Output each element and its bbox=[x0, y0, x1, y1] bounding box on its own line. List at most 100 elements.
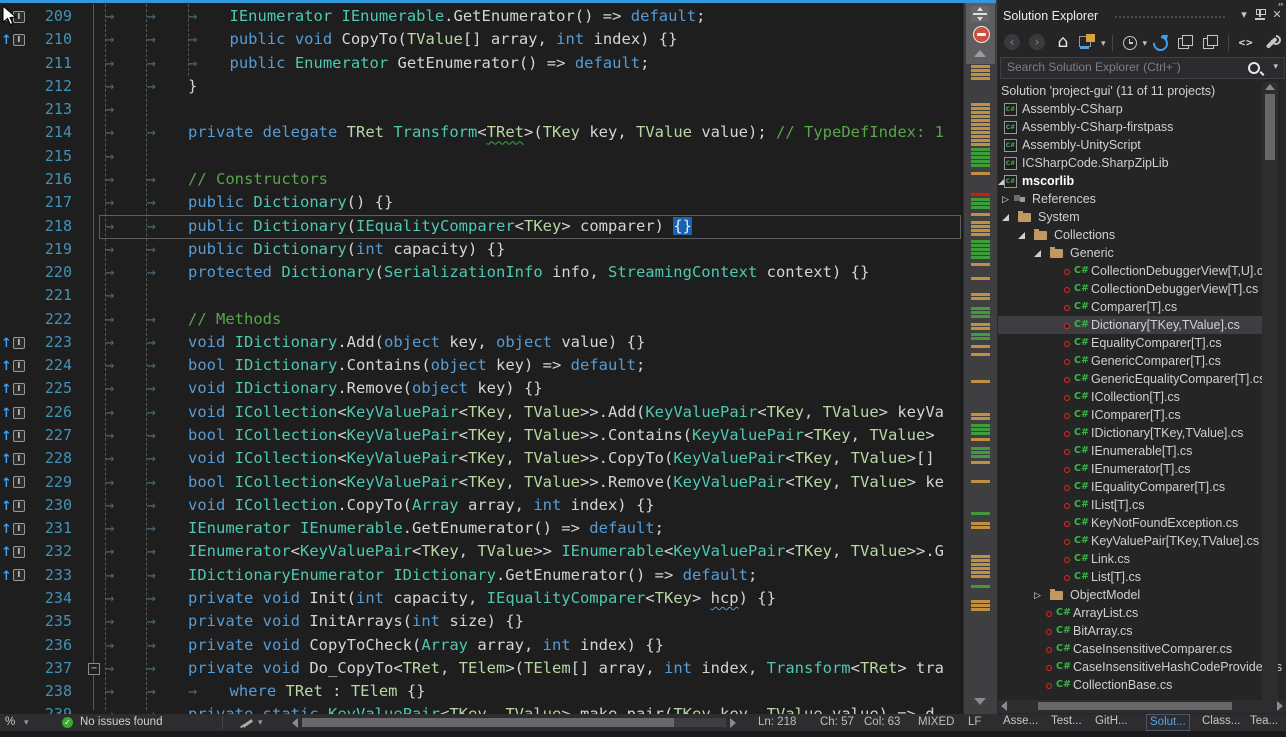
tree-item-objectmodel[interactable]: ▷ObjectModel bbox=[998, 586, 1264, 604]
code-line[interactable]: →→→where TRet : TElem {} bbox=[105, 680, 426, 703]
interface-implementation-icon[interactable]: ↑I bbox=[1, 377, 31, 400]
code-cleanup-caret-icon[interactable]: ▾ bbox=[258, 714, 263, 731]
tree-item-keyvaluepair-tkey-tvalue-cs[interactable]: C#KeyValuePair[TKey,TValue].cs bbox=[998, 532, 1264, 550]
search-icon[interactable] bbox=[1248, 62, 1260, 74]
tree-item-collections[interactable]: Collections bbox=[998, 226, 1264, 244]
panel-tab-class[interactable]: Class... bbox=[1199, 714, 1243, 729]
panel-tab-gith[interactable]: GitH... bbox=[1092, 714, 1131, 729]
panel-tab-solut[interactable]: Solut... bbox=[1146, 714, 1190, 731]
code-line[interactable]: →→} bbox=[105, 75, 197, 98]
interface-implementation-icon[interactable]: ↑I bbox=[1, 354, 31, 377]
pin-icon[interactable] bbox=[1252, 7, 1268, 23]
tree-item-list-t-cs[interactable]: C#List[T].cs bbox=[998, 568, 1264, 586]
tree-item-link-cs[interactable]: C#Link.cs bbox=[998, 550, 1264, 568]
tree-vertical-scrollbar[interactable] bbox=[1262, 82, 1278, 700]
zoom-control[interactable]: % bbox=[5, 714, 15, 731]
scroll-right-arrow[interactable] bbox=[730, 718, 736, 728]
document-health-text[interactable]: No issues found bbox=[80, 714, 162, 731]
tree-item-keynotfoundexception-cs[interactable]: C#KeyNotFoundException.cs bbox=[998, 514, 1264, 532]
tree-item-system[interactable]: System bbox=[998, 208, 1264, 226]
code-line[interactable]: →→public Dictionary(IEqualityComparer<TK… bbox=[105, 215, 692, 238]
scrollbar-thumb[interactable] bbox=[1265, 94, 1275, 160]
scroll-down-arrow[interactable] bbox=[974, 698, 986, 705]
tree-item-ilist-t-cs[interactable]: C#IList[T].cs bbox=[998, 496, 1264, 514]
tree-item-comparer-t-cs[interactable]: C#Comparer[T].cs bbox=[998, 298, 1264, 316]
tree-item-bitarray-cs[interactable]: C#BitArray.cs bbox=[998, 622, 1264, 640]
code-line[interactable]: →→public Dictionary() {} bbox=[105, 191, 393, 214]
code-cleanup-icon[interactable] bbox=[240, 717, 256, 729]
toolbar-overflow-icon[interactable]: ” bbox=[1277, 2, 1284, 13]
tree-horizontal-scrollbar[interactable] bbox=[998, 700, 1286, 713]
tree-item-collectionbase-cs[interactable]: C#CollectionBase.cs bbox=[998, 676, 1264, 694]
char-indicator[interactable]: Ch: 57 bbox=[820, 714, 854, 731]
tree-item-assembly-csharp[interactable]: C#Assembly-CSharp bbox=[998, 100, 1264, 118]
code-line[interactable]: →→IDictionaryEnumerator IDictionary.GetE… bbox=[105, 564, 757, 587]
tree-item-generic[interactable]: Generic bbox=[998, 244, 1264, 262]
code-line[interactable]: →→// Methods bbox=[105, 308, 281, 331]
tree-item-icsharpcode-sharpziplib[interactable]: C#ICSharpCode.SharpZipLib bbox=[998, 154, 1264, 172]
editor-scrollbar-annotations[interactable] bbox=[963, 0, 997, 714]
search-input[interactable]: Search Solution Explorer (Ctrl+¨) ▾ bbox=[1000, 57, 1285, 79]
code-line[interactable]: →→private delegate TRet Transform<TRet>(… bbox=[105, 121, 944, 144]
interface-implementation-icon[interactable]: ↑I bbox=[1, 471, 31, 494]
scroll-up-arrow[interactable] bbox=[1265, 84, 1275, 90]
interface-implementation-icon[interactable]: ↑I bbox=[1, 517, 31, 540]
column-indicator[interactable]: Col: 63 bbox=[864, 714, 900, 731]
panel-tab-test[interactable]: Test... bbox=[1048, 714, 1085, 729]
tree-item-icomparer-t-cs[interactable]: C#IComparer[T].cs bbox=[998, 406, 1264, 424]
interface-implementation-icon[interactable]: ↑I bbox=[1, 447, 31, 470]
tree-item-assembly-csharp-firstpass[interactable]: C#Assembly-CSharp-firstpass bbox=[998, 118, 1264, 136]
expander-open-icon[interactable] bbox=[1034, 250, 1041, 257]
scrollbar-thumb[interactable] bbox=[302, 718, 674, 727]
code-editor[interactable]: 209↑I→→→IEnumerator IEnumerable.GetEnume… bbox=[0, 0, 963, 714]
refresh-icon[interactable] bbox=[1150, 33, 1172, 53]
tree-item-caseinsensitivecomparer-cs[interactable]: C#CaseInsensitiveComparer.cs bbox=[998, 640, 1264, 658]
tree-item-icollection-t-cs[interactable]: C#ICollection[T].cs bbox=[998, 388, 1264, 406]
code-line[interactable]: →→private void InitArrays(int size) {} bbox=[105, 610, 524, 633]
code-line[interactable]: →→bool ICollection<KeyValuePair<TKey, TV… bbox=[105, 471, 944, 494]
code-line[interactable]: →→IEnumerator IEnumerable.GetEnumerator(… bbox=[105, 517, 664, 540]
interface-implementation-icon[interactable]: ↑I bbox=[1, 401, 31, 424]
code-line[interactable]: → bbox=[105, 145, 147, 168]
code-line[interactable]: →→private void Do_CopyTo<TRet, TElem>(TE… bbox=[105, 657, 944, 680]
tree-item-mscorlib[interactable]: C#mscorlib bbox=[998, 172, 1264, 190]
tree-item-references[interactable]: ▷References bbox=[998, 190, 1264, 208]
vertical-scrollbar-thumb[interactable] bbox=[966, 0, 995, 64]
eol-indicator[interactable]: LF bbox=[968, 714, 981, 731]
code-line[interactable]: →→// Constructors bbox=[105, 168, 328, 191]
interface-implementation-icon[interactable]: ↑I bbox=[1, 540, 31, 563]
home-icon[interactable]: ⌂ bbox=[1052, 33, 1074, 53]
caret-icon[interactable]: ▾ bbox=[1143, 38, 1148, 49]
scrollbar-thumb[interactable] bbox=[1038, 702, 1232, 710]
tree-item-ienumerator-t-cs[interactable]: C#IEnumerator[T].cs bbox=[998, 460, 1264, 478]
interface-implementation-icon[interactable]: ↑I bbox=[1, 424, 31, 447]
code-line[interactable]: →→void IDictionary.Remove(object key) {} bbox=[105, 377, 543, 400]
encoding-indicator[interactable]: MIXED bbox=[918, 714, 954, 731]
expander-open-icon[interactable] bbox=[1018, 232, 1025, 239]
code-line[interactable]: →→private void Init(int capacity, IEqual… bbox=[105, 587, 776, 610]
expander-collapsed-icon[interactable]: ▷ bbox=[1034, 586, 1041, 604]
properties-wrench-icon[interactable] bbox=[1260, 33, 1282, 53]
panel-drag-grip[interactable] bbox=[1114, 15, 1226, 19]
tree-item-iequalitycomparer-t-cs[interactable]: C#IEqualityComparer[T].cs bbox=[998, 478, 1264, 496]
sync-active-document-icon[interactable] bbox=[1077, 33, 1099, 53]
caret-icon[interactable]: ▾ bbox=[1101, 38, 1106, 49]
scroll-right-arrow[interactable] bbox=[1277, 701, 1283, 711]
window-position-dropdown-icon[interactable]: ▾ bbox=[1236, 7, 1252, 23]
tree-item-ienumerable-t-cs[interactable]: C#IEnumerable[T].cs bbox=[998, 442, 1264, 460]
expander-open-icon[interactable] bbox=[1002, 214, 1009, 221]
code-line[interactable]: →→void IDictionary.Add(object key, objec… bbox=[105, 331, 645, 354]
panel-tab-tea[interactable]: Tea... bbox=[1247, 714, 1281, 729]
tree-item-genericequalitycomparer-t-cs[interactable]: C#GenericEqualityComparer[T].cs bbox=[998, 370, 1264, 388]
expander-collapsed-icon[interactable]: ▷ bbox=[1002, 190, 1009, 208]
scroll-left-arrow[interactable] bbox=[292, 718, 298, 728]
code-line[interactable]: → bbox=[105, 284, 147, 307]
interface-implementation-icon[interactable]: ↑I bbox=[1, 564, 31, 587]
zoom-caret-icon[interactable]: ▾ bbox=[24, 714, 29, 731]
tree-item-dictionary-tkey-tvalue-cs[interactable]: C#Dictionary[TKey,TValue].cs bbox=[998, 316, 1264, 334]
view-code-icon[interactable]: <> bbox=[1235, 33, 1257, 53]
fold-collapse-toggle[interactable]: − bbox=[88, 663, 100, 675]
tree-item-caseinsensitivehashcodeprovider-cs[interactable]: C#CaseInsensitiveHashCodeProvider.cs bbox=[998, 658, 1264, 676]
tree-item-assembly-unityscript[interactable]: C#Assembly-UnityScript bbox=[998, 136, 1264, 154]
code-line[interactable]: →→bool ICollection<KeyValuePair<TKey, TV… bbox=[105, 424, 944, 447]
